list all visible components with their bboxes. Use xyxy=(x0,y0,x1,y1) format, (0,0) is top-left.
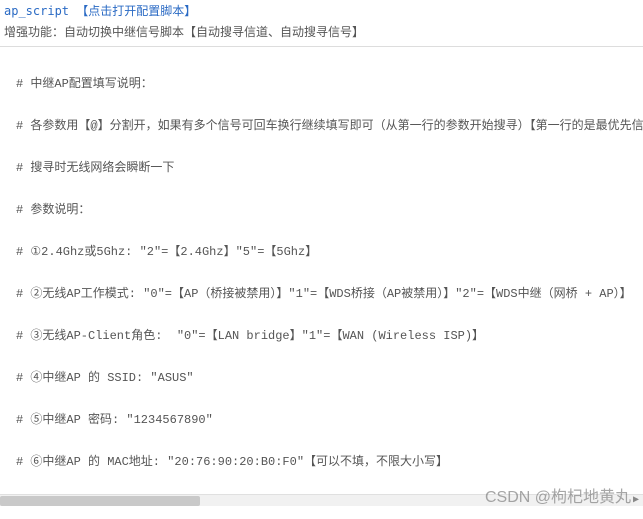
script-name-link[interactable]: ap_script xyxy=(4,4,69,18)
subtitle-label: 增强功能： xyxy=(4,25,64,39)
scrollbar-thumb[interactable] xyxy=(0,496,200,506)
comment-line: # ⑤中继AP 密码: "1234567890" xyxy=(16,410,639,431)
comment-line: # 参数说明： xyxy=(16,200,639,221)
horizontal-scrollbar[interactable]: ▶ xyxy=(0,494,643,506)
comment-line: # ③无线AP-Client角色: "0"=【LAN bridge】"1"=【W… xyxy=(16,326,639,347)
comment-line: # ④中继AP 的 SSID: "ASUS" xyxy=(16,368,639,389)
subtitle-text: 自动切换中继信号脚本【自动搜寻信道、自动搜寻信号】 xyxy=(64,25,364,39)
scroll-right-arrow-icon[interactable]: ▶ xyxy=(629,495,643,506)
comment-line: # 搜寻时无线网络会瞬断一下 xyxy=(16,158,639,179)
comment-line: # ⑥中继AP 的 MAC地址: "20:76:90:20:B0:F0"【可以不… xyxy=(16,452,639,473)
open-config-link[interactable]: 【点击打开配置脚本】 xyxy=(76,4,196,18)
comment-line: # 中继AP配置填写说明： xyxy=(16,74,639,95)
comment-line: # ②无线AP工作模式: "0"=【AP（桥接被禁用）】"1"=【WDS桥接（A… xyxy=(16,284,639,305)
subtitle: 增强功能：自动切换中继信号脚本【自动搜寻信道、自动搜寻信号】 xyxy=(0,21,643,46)
header: ap_script 【点击打开配置脚本】 xyxy=(0,0,643,21)
comment-line: # 各参数用【@】分割开，如果有多个信号可回车换行继续填写即可（从第一行的参数开… xyxy=(16,116,639,137)
code-block: # 中继AP配置填写说明： # 各参数用【@】分割开，如果有多个信号可回车换行继… xyxy=(0,46,643,506)
comment-line: # ①2.4Ghz或5Ghz: "2"=【2.4Ghz】"5"=【5Ghz】 xyxy=(16,242,639,263)
